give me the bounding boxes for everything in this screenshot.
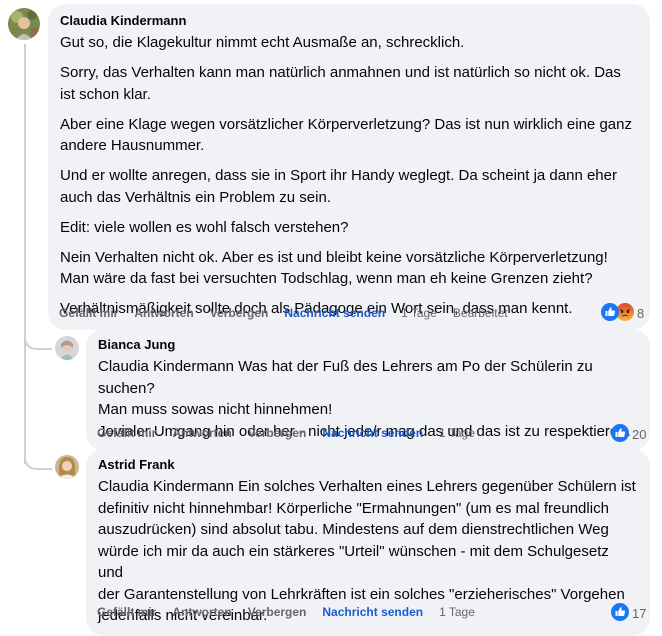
hide-button[interactable]: Verbergen — [248, 605, 307, 619]
reply-actions: Gefällt mir Antworten Verbergen Nachrich… — [97, 605, 491, 619]
reply-text-line: auszudrücken) sind absolut tabu. Mindest… — [98, 521, 609, 538]
avatar-claudia[interactable] — [8, 8, 40, 40]
comment-paragraph: Sorry, das Verhalten kann man natürlich … — [60, 64, 621, 103]
like-button[interactable]: Gefällt mir — [97, 426, 156, 440]
comment-author[interactable]: Claudia Kindermann — [60, 13, 638, 29]
like-button[interactable]: Gefällt mir — [97, 605, 156, 619]
reply-text-line: würde ich mir da auch ein stärkeres "Urt… — [98, 542, 609, 582]
reply-actions: Gefällt mir Antworten Verbergen Nachrich… — [97, 426, 491, 440]
comment-paragraph: Nein Verhalten nicht ok. Aber es ist und… — [60, 248, 608, 288]
reply-author[interactable]: Astrid Frank — [98, 457, 638, 473]
edited-label: Bearbeitet — [452, 306, 508, 320]
timestamp[interactable]: 1 Tage — [401, 306, 437, 320]
reply-text-line: Ein solches Verhalten eines Lehrers gege… — [233, 478, 636, 495]
reply-author[interactable]: Bianca Jung — [98, 337, 638, 353]
reply-button[interactable]: Antworten — [172, 605, 231, 619]
mention-link[interactable]: Claudia Kindermann — [98, 358, 234, 375]
like-button[interactable]: Gefällt mir — [59, 306, 118, 320]
send-message-button[interactable]: Nachricht senden — [322, 605, 423, 619]
comment-paragraph: Edit: viele wollen es wohl falsch verste… — [60, 218, 349, 236]
comment-reactions[interactable]: 8 — [601, 303, 644, 324]
thread-elbow-reply-1 — [24, 320, 52, 350]
reply-text-line: Man muss sowas nicht hinnehmen! — [98, 401, 333, 418]
timestamp[interactable]: 1 Tage — [439, 605, 475, 619]
reaction-count: 8 — [637, 306, 645, 321]
comment-actions: Gefällt mir Antworten Verbergen Nachrich… — [59, 306, 524, 320]
reply-button[interactable]: Antworten — [134, 306, 193, 320]
send-message-button[interactable]: Nachricht senden — [322, 426, 423, 440]
mention-link[interactable]: Claudia Kindermann — [98, 478, 234, 495]
thread-elbow-reply-2 — [24, 440, 52, 470]
avatar-astrid[interactable] — [55, 455, 79, 479]
send-message-button[interactable]: Nachricht senden — [284, 306, 385, 320]
avatar-bianca[interactable] — [55, 336, 79, 360]
comment-paragraph: Gut so, die Klagekultur nimmt echt Ausma… — [60, 34, 465, 51]
like-icon — [611, 424, 629, 445]
like-icon — [601, 303, 619, 324]
hide-button[interactable]: Verbergen — [248, 426, 307, 440]
like-icon — [611, 603, 629, 624]
reply-text: Claudia Kindermann Ein solches Verhalten… — [98, 476, 638, 627]
reply-text-line: der Garantenstellung von Lehrkräften ist… — [98, 585, 625, 603]
reply-reactions[interactable]: 20 — [611, 424, 646, 445]
reply-text-line: definitiv nicht hinnehmbar! Körperliche … — [98, 499, 609, 517]
reply-button[interactable]: Antworten — [172, 426, 231, 440]
hide-button[interactable]: Verbergen — [210, 306, 269, 320]
thread-line-main — [24, 44, 26, 464]
reaction-count: 17 — [632, 606, 647, 621]
comment-bubble: Claudia Kindermann Gut so, die Klagekult… — [48, 4, 650, 330]
comment-paragraph: Und er wollte anregen, dass sie in Sport… — [60, 167, 617, 206]
reply-reactions[interactable]: 17 — [611, 603, 646, 624]
comment-paragraph: Aber eine Klage wegen vorsätzlicher Körp… — [60, 115, 632, 155]
timestamp[interactable]: 1 Tage — [439, 426, 475, 440]
reaction-count: 20 — [632, 427, 647, 442]
